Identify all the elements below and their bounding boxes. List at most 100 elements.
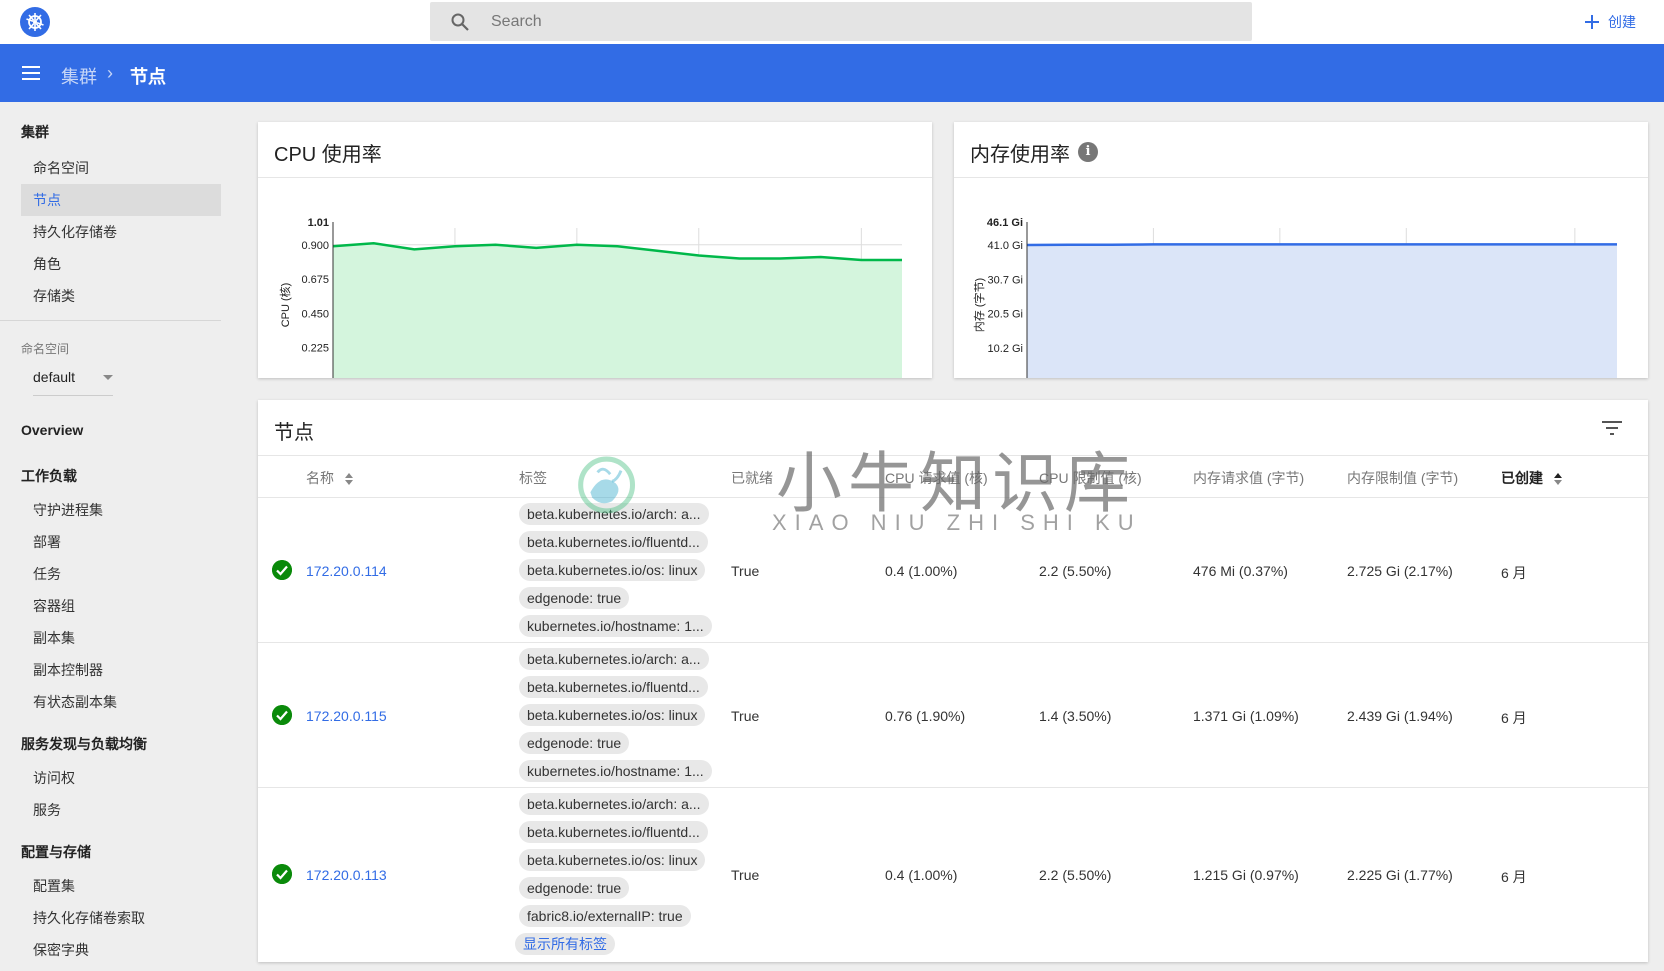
sidebar-header-cluster[interactable]: 集群 bbox=[21, 122, 49, 142]
label-chip[interactable]: beta.kubernetes.io/arch: a... bbox=[519, 503, 709, 525]
sidebar-item-pvcs[interactable]: 持久化存储卷索取 bbox=[21, 902, 221, 934]
check-circle-icon bbox=[272, 705, 292, 725]
show-all-labels-button[interactable]: 显示所有标签 bbox=[515, 933, 615, 955]
label-chip[interactable]: beta.kubernetes.io/os: linux bbox=[519, 849, 706, 871]
label-chip[interactable]: kubernetes.io/hostname: 1... bbox=[519, 615, 712, 637]
namespace-label: 命名空间 bbox=[21, 342, 70, 356]
y-tick-label: 41.0 Gi bbox=[988, 240, 1023, 252]
sort-icon bbox=[344, 473, 353, 486]
cpu-limits: 2.2 (5.50%) bbox=[1039, 563, 1112, 579]
sidebar-item-overview[interactable]: Overview bbox=[21, 422, 83, 438]
row-divider bbox=[258, 642, 1648, 643]
sidebar-item-config-maps[interactable]: 配置集 bbox=[21, 870, 221, 902]
memory-limits: 2.439 Gi (1.94%) bbox=[1347, 708, 1453, 724]
cpu-requests: 0.4 (1.00%) bbox=[885, 563, 958, 579]
y-tick-label: 0.450 bbox=[301, 308, 329, 320]
sidebar-item-pods[interactable]: 容器组 bbox=[21, 590, 221, 622]
cpu-limits: 1.4 (3.50%) bbox=[1039, 708, 1112, 724]
y-axis-label: CPU (核) bbox=[278, 283, 292, 328]
create-button[interactable]: 创建 bbox=[1584, 10, 1636, 34]
column-header-ready: 已就绪 bbox=[731, 470, 773, 486]
y-tick-label: 10.2 Gi bbox=[988, 343, 1023, 355]
y-tick-label: 1.01 bbox=[308, 217, 329, 229]
memory-card-title: 内存使用率 bbox=[970, 144, 1070, 166]
node-name-link[interactable]: 172.20.0.113 bbox=[306, 867, 387, 883]
cpu-usage-card: CPU 使用率 1.010.9000.6750.4500.225015:3715… bbox=[258, 122, 932, 378]
label-chip[interactable]: kubernetes.io/hostname: 1... bbox=[519, 760, 712, 782]
series-area bbox=[333, 243, 902, 378]
menu-icon[interactable] bbox=[21, 63, 41, 83]
sidebar-item-daemon-sets[interactable]: 守护进程集 bbox=[21, 494, 221, 526]
sidebar-item-storage-classes[interactable]: 存储类 bbox=[21, 280, 221, 312]
check-circle-icon bbox=[272, 864, 292, 884]
sidebar-item-stateful-sets[interactable]: 有状态副本集 bbox=[21, 686, 221, 718]
label-chip[interactable]: edgenode: true bbox=[519, 732, 630, 754]
label-chip[interactable]: beta.kubernetes.io/arch: a... bbox=[519, 793, 709, 815]
memory-usage-card: 内存使用率 i 46.1 Gi 41.0 Gi 30.7 Gi 20.5 Gi 10.2… bbox=[954, 122, 1648, 378]
sidebar-header-config[interactable]: 配置与存储 bbox=[21, 842, 91, 862]
sidebar-item-secrets[interactable]: 保密字典 bbox=[21, 934, 221, 966]
sidebar-item-roles[interactable]: 角色 bbox=[21, 248, 221, 280]
breadcrumb-separator: › bbox=[107, 63, 113, 83]
memory-chart: 46.1 Gi41.0 Gi30.7 Gi20.5 Gi10.2 Gi015:3… bbox=[972, 217, 1617, 378]
y-tick-label: 0 bbox=[323, 377, 329, 378]
label-chip[interactable]: beta.kubernetes.io/fluentd... bbox=[519, 531, 708, 553]
y-tick-label: 46.1 Gi bbox=[987, 217, 1023, 229]
column-header-name-label: 名称 bbox=[306, 470, 334, 486]
sidebar-item-jobs[interactable]: 任务 bbox=[21, 558, 221, 590]
sidebar-item-replication-controllers[interactable]: 副本控制器 bbox=[21, 654, 221, 686]
column-header-name[interactable]: 名称 bbox=[306, 468, 354, 488]
app-header: 集群 › 节点 bbox=[0, 44, 1664, 102]
node-name-link[interactable]: 172.20.0.114 bbox=[306, 563, 387, 579]
sidebar-item-nodes[interactable]: 节点 bbox=[21, 184, 221, 216]
plus-icon bbox=[1585, 15, 1599, 29]
search-bar[interactable]: Search bbox=[430, 2, 1252, 41]
label-chip[interactable]: fabric8.io/externalIP: true bbox=[519, 905, 691, 927]
y-tick-label: 30.7 Gi bbox=[988, 274, 1023, 286]
sort-ascending-icon bbox=[1553, 473, 1562, 486]
sidebar-item-deployments[interactable]: 部署 bbox=[21, 526, 221, 558]
series-area bbox=[1027, 244, 1617, 378]
label-chip[interactable]: beta.kubernetes.io/os: linux bbox=[519, 704, 706, 726]
node-name-link[interactable]: 172.20.0.115 bbox=[306, 708, 387, 724]
sidebar-item-replica-sets[interactable]: 副本集 bbox=[21, 622, 221, 654]
namespace-select[interactable]: default bbox=[33, 362, 113, 396]
kubernetes-logo-icon[interactable] bbox=[20, 7, 50, 37]
column-header-created[interactable]: 已创建 bbox=[1501, 468, 1563, 488]
column-header-memory-requests: 内存请求值 (字节) bbox=[1193, 470, 1305, 486]
sidebar-item-namespaces[interactable]: 命名空间 bbox=[21, 152, 221, 184]
column-header-created-label: 已创建 bbox=[1501, 470, 1543, 486]
chevron-down-icon bbox=[103, 375, 113, 380]
search-input[interactable]: Search bbox=[491, 13, 542, 31]
memory-requests: 476 Mi (0.37%) bbox=[1193, 563, 1288, 579]
sidebar-header-discovery[interactable]: 服务发现与负载均衡 bbox=[21, 734, 147, 754]
y-tick-label: 0.225 bbox=[301, 343, 329, 355]
namespace-value: default bbox=[33, 369, 76, 385]
label-chip[interactable]: beta.kubernetes.io/arch: a... bbox=[519, 648, 709, 670]
filter-icon[interactable] bbox=[1601, 419, 1623, 437]
sidebar-item-services[interactable]: 服务 bbox=[21, 794, 221, 826]
label-chip[interactable]: beta.kubernetes.io/os: linux bbox=[519, 559, 706, 581]
created-age: 6 月 bbox=[1501, 710, 1527, 726]
cpu-chart: 1.010.9000.6750.4500.225015:3715:4015:43… bbox=[278, 217, 902, 378]
memory-limits: 2.725 Gi (2.17%) bbox=[1347, 563, 1453, 579]
y-tick-label: 0 bbox=[1017, 377, 1023, 378]
info-icon[interactable]: i bbox=[1078, 142, 1098, 162]
label-chip[interactable]: beta.kubernetes.io/fluentd... bbox=[519, 676, 708, 698]
ready-status: True bbox=[731, 708, 760, 724]
sidebar-header-workloads[interactable]: 工作负载 bbox=[21, 466, 77, 486]
memory-requests: 1.371 Gi (1.09%) bbox=[1193, 708, 1299, 724]
label-chip[interactable]: edgenode: true bbox=[519, 587, 630, 609]
breadcrumb-parent[interactable]: 集群 bbox=[61, 63, 97, 89]
y-tick-label: 20.5 Gi bbox=[988, 309, 1023, 321]
sidebar-item-persistent-volumes[interactable]: 持久化存储卷 bbox=[21, 216, 221, 248]
cpu-requests: 0.4 (1.00%) bbox=[885, 867, 958, 883]
label-chip[interactable]: edgenode: true bbox=[519, 877, 630, 899]
label-chip[interactable]: beta.kubernetes.io/fluentd... bbox=[519, 821, 708, 843]
memory-requests: 1.215 Gi (0.97%) bbox=[1193, 867, 1299, 883]
column-header-labels: 标签 bbox=[519, 470, 547, 486]
y-tick-label: 0.900 bbox=[301, 240, 329, 252]
memory-limits: 2.225 Gi (1.77%) bbox=[1347, 867, 1453, 883]
sidebar-item-ingresses[interactable]: 访问权 bbox=[21, 762, 221, 794]
created-age: 6 月 bbox=[1501, 869, 1527, 885]
